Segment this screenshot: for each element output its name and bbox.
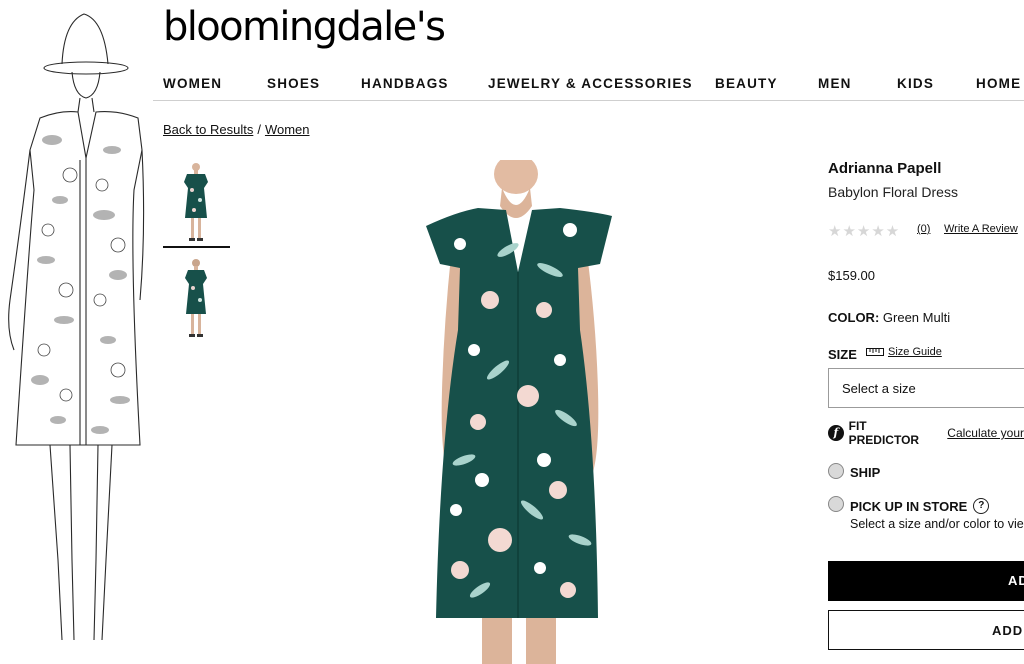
ruler-icon [866, 348, 884, 356]
add-to-list-button[interactable]: ADD [828, 610, 1024, 650]
breadcrumb-separator: / [257, 122, 261, 137]
fashion-sketch-illustration [8, 13, 145, 641]
rating-row: ★★★★★ (0) Write A Review [828, 222, 1018, 240]
nav-shoes[interactable]: SHOES [267, 76, 320, 91]
pickup-text: PICK UP IN STORE [850, 498, 968, 514]
thumbnail-active-indicator [163, 246, 230, 248]
star-rating-icon: ★★★★★ [828, 223, 901, 240]
help-icon[interactable]: ? [973, 498, 990, 514]
nav-divider [153, 100, 1024, 101]
color-value: Green Multi [882, 310, 951, 325]
site-logo[interactable]: bloomingdale's [163, 4, 446, 50]
size-guide-label: Size Guide [888, 346, 942, 358]
fit-predictor: f FIT PREDICTOR Calculate your [828, 419, 1024, 447]
color-info: COLOR: Green Multi [828, 310, 950, 325]
nav-kids[interactable]: KIDS [897, 76, 934, 91]
review-count-link[interactable]: (0) [917, 223, 930, 235]
product-main-image[interactable] [420, 160, 620, 664]
back-to-results-link[interactable]: Back to Results [163, 122, 253, 137]
nav-women[interactable]: WOMEN [163, 76, 222, 91]
nav-jewelry[interactable]: JEWELRY & ACCESSORIES [488, 76, 693, 91]
thumbnail-side[interactable] [170, 256, 222, 340]
main-nav: WOMEN SHOES HANDBAGS JEWELRY & ACCESSORI… [163, 76, 1024, 100]
write-review-link[interactable]: Write A Review [944, 223, 1018, 235]
product-name: Babylon Floral Dress [828, 184, 958, 200]
product-brand[interactable]: Adrianna Papell [828, 160, 941, 177]
nav-men[interactable]: MEN [818, 76, 852, 91]
size-select[interactable]: Select a size [828, 368, 1024, 408]
ship-label[interactable]: SHIP [850, 465, 880, 480]
pickup-note: Select a size and/or color to vie [850, 517, 1024, 531]
fit-predictor-label: FIT PREDICTOR [848, 419, 920, 447]
thumbnail-front[interactable] [170, 160, 222, 244]
nav-beauty[interactable]: BEAUTY [715, 76, 778, 91]
calculate-size-link[interactable]: Calculate your [947, 426, 1024, 440]
size-label: SIZE [828, 347, 857, 362]
nav-home[interactable]: HOME [976, 76, 1021, 91]
color-label: COLOR: [828, 310, 880, 325]
size-guide-link[interactable]: Size Guide [866, 346, 942, 358]
ship-radio[interactable] [828, 463, 844, 479]
pickup-radio[interactable] [828, 496, 844, 512]
fit-predictor-icon: f [828, 425, 844, 441]
add-to-bag-button[interactable]: AD [828, 561, 1024, 601]
product-price: $159.00 [828, 268, 875, 283]
nav-handbags[interactable]: HANDBAGS [361, 76, 449, 91]
pickup-in-store-label[interactable]: PICK UP IN STORE ? [850, 498, 990, 514]
breadcrumb: Back to Results / Women [163, 122, 310, 137]
breadcrumb-women-link[interactable]: Women [265, 122, 310, 137]
